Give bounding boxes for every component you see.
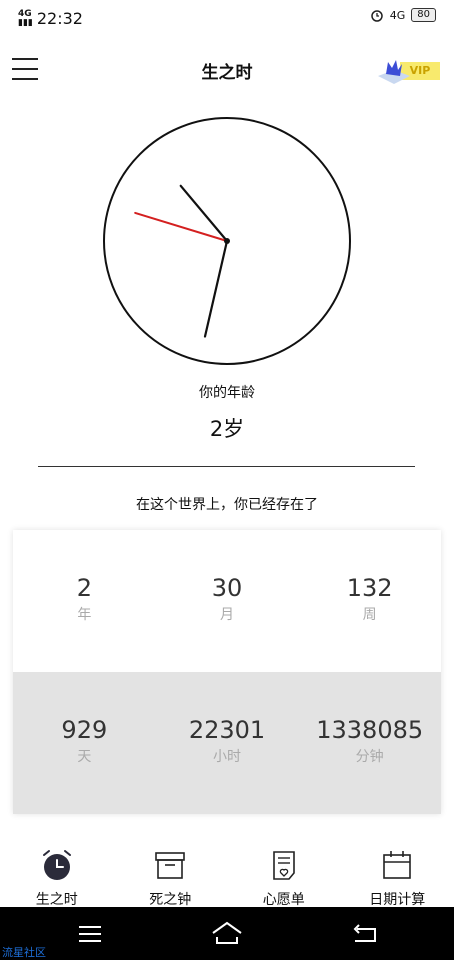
stat-unit: 天 xyxy=(77,749,92,765)
stat-unit: 分钟 xyxy=(355,749,384,765)
age-clock xyxy=(103,117,351,365)
home-icon[interactable] xyxy=(207,919,247,949)
stat-unit: 月 xyxy=(220,607,234,623)
wish-list-icon xyxy=(272,851,295,880)
stat-unit: 周 xyxy=(362,607,377,623)
stats-card: 2 年 30 月 132 周 929 天 22301 小时 1338085 分钟 xyxy=(13,530,441,814)
clock-center xyxy=(224,238,230,244)
divider xyxy=(38,466,415,467)
system-nav-bar: 流星社区 xyxy=(0,907,454,960)
tab-death-clock[interactable]: 死之钟 xyxy=(114,845,228,908)
status-left: 4G ▮▮▮ 22:32 xyxy=(18,9,83,28)
archive-box-icon xyxy=(155,852,186,879)
stat-value: 30 xyxy=(211,574,243,602)
stat-unit: 小时 xyxy=(213,749,241,765)
tab-bar: 生之时 死之钟 心愿单 日期计算 xyxy=(0,845,454,908)
status-time: 22:32 xyxy=(36,9,83,28)
back-icon[interactable] xyxy=(345,919,385,949)
stat-value: 132 xyxy=(346,574,393,602)
tab-label: 日期计算 xyxy=(369,892,426,908)
tab-birth-time[interactable]: 生之时 xyxy=(0,845,114,908)
tab-label: 生之时 xyxy=(35,892,78,908)
age-label: 你的年龄 xyxy=(199,385,255,401)
stat-value: 2 xyxy=(76,574,92,602)
status-bar: 4G ▮▮▮ 22:32 4G 80 xyxy=(0,0,454,38)
battery-icon: 80 xyxy=(411,8,436,22)
stats-row-bottom: 929 天 22301 小时 1338085 分钟 xyxy=(13,672,441,814)
recent-apps-icon[interactable] xyxy=(70,919,110,949)
signal-icon: 4G ▮▮▮ xyxy=(18,8,33,28)
stat-value: 1338085 xyxy=(316,716,424,744)
stat-hours: 22301 小时 xyxy=(156,672,299,814)
tab-label: 死之钟 xyxy=(149,892,192,908)
stat-minutes: 1338085 分钟 xyxy=(298,672,441,814)
age-value: 2岁 xyxy=(209,417,245,441)
vip-button[interactable]: VIP xyxy=(376,56,440,86)
stat-months: 30 月 xyxy=(156,530,299,672)
tab-label: 心愿单 xyxy=(262,892,305,908)
stat-weeks: 132 周 xyxy=(298,530,441,672)
alarm-clock-icon xyxy=(42,850,71,880)
stat-days: 929 天 xyxy=(13,672,156,814)
app-header: 生之时 VIP xyxy=(0,38,454,102)
existence-label: 在这个世界上，你已经存在了 xyxy=(136,497,318,513)
stat-unit: 年 xyxy=(77,607,92,623)
watermark-text: 流星社区 xyxy=(2,946,46,959)
calendar-icon xyxy=(383,851,412,879)
status-right: 4G 80 xyxy=(370,8,436,22)
stat-years: 2 年 xyxy=(13,530,156,672)
tab-wish-list[interactable]: 心愿单 xyxy=(227,845,341,908)
network-label: 4G xyxy=(389,8,406,22)
tab-date-calc[interactable]: 日期计算 xyxy=(341,845,454,908)
vip-crown-icon xyxy=(378,60,410,84)
alarm-icon xyxy=(370,10,383,22)
stat-value: 929 xyxy=(61,716,108,744)
stat-value: 22301 xyxy=(188,716,266,744)
signal-label: 4G xyxy=(18,8,32,19)
stats-row-top: 2 年 30 月 132 周 xyxy=(13,530,441,672)
battery-level: 80 xyxy=(417,9,430,20)
